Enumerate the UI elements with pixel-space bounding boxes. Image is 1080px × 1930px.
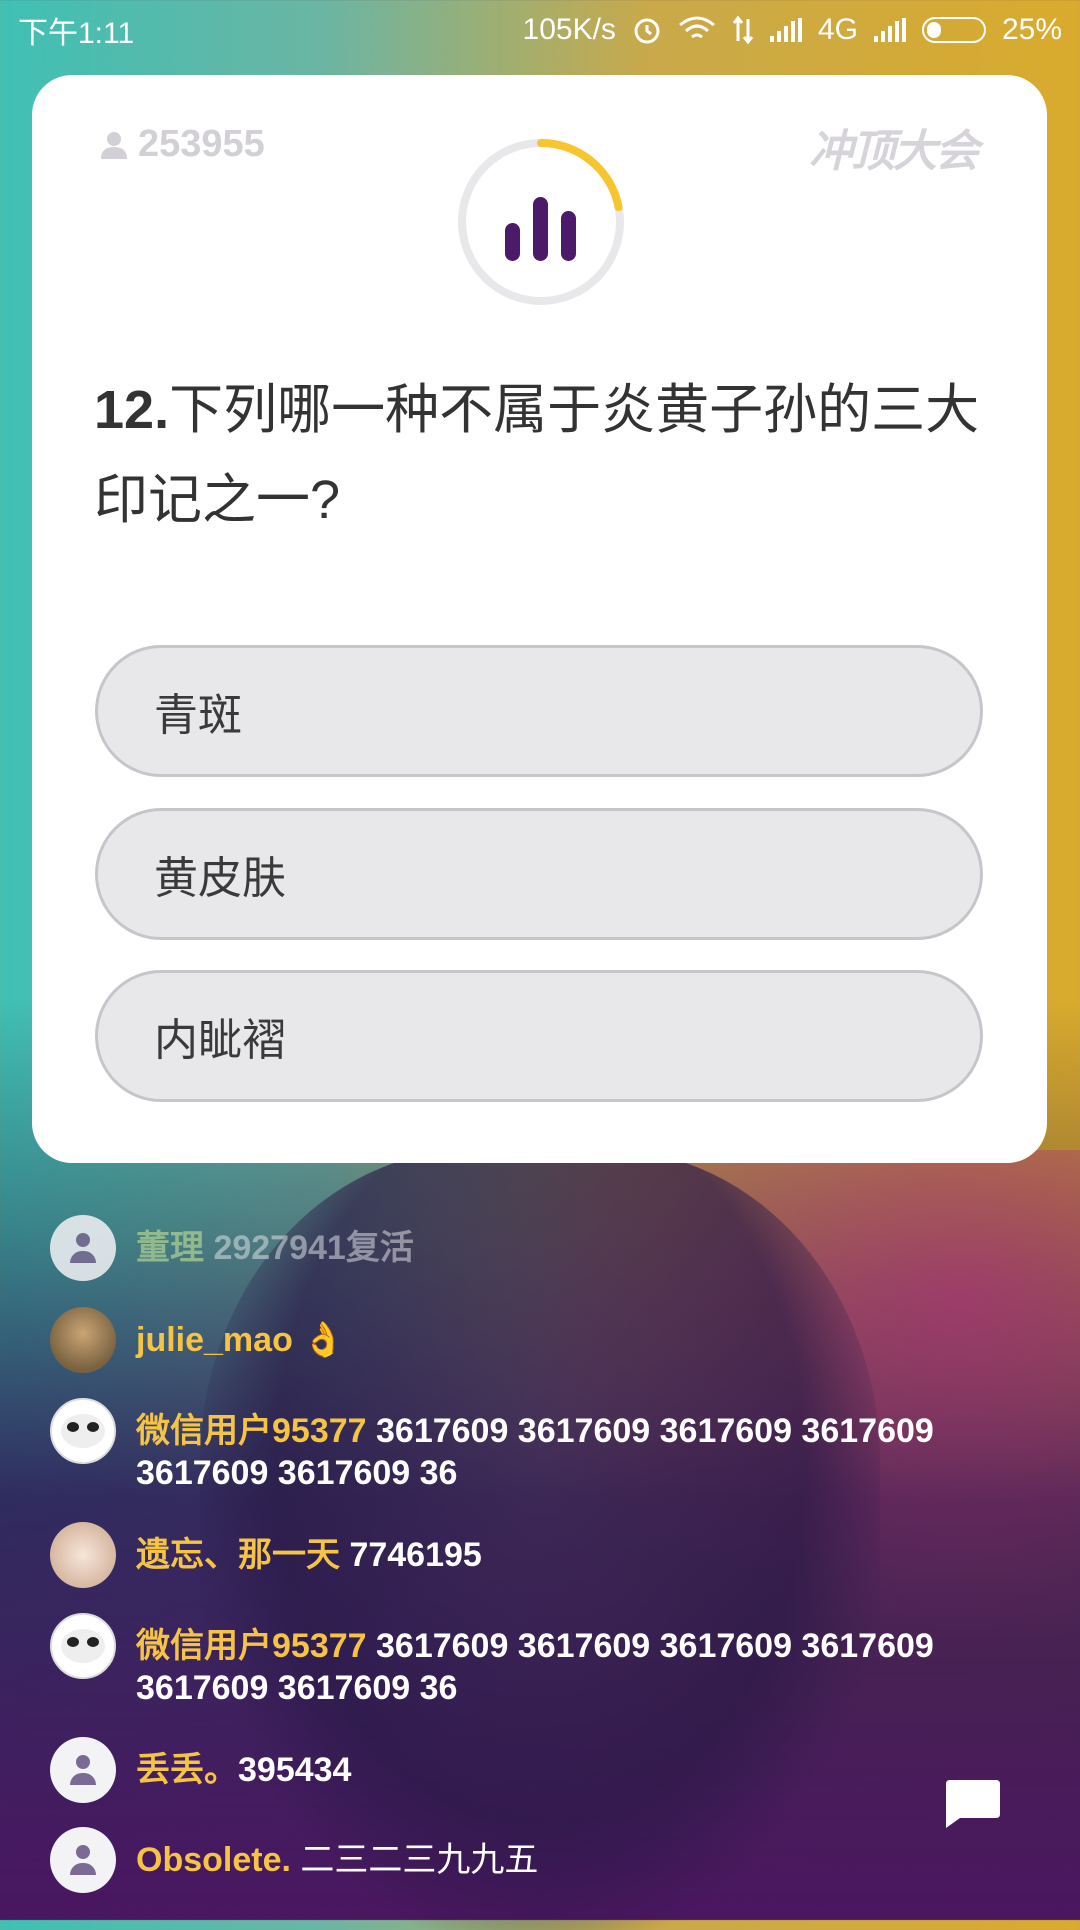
avatar[interactable] [50,1827,116,1893]
status-right: 105K/s 4G 25% [523,13,1062,47]
answer-option-label: 内眦褶 [154,1016,286,1065]
chat-message: 丢丢。395434 [50,1737,1030,1803]
question: 12.下列哪一种不属于炎黄子孙的三大印记之一? [94,365,994,545]
chat-username: 微信用户95377 [136,1627,367,1665]
chat-text: 2927941复活 [213,1229,414,1267]
alarm-icon [634,18,660,44]
signal-icon [873,18,906,42]
battery-icon [921,17,986,43]
chat-username: 微信用户95377 [136,1412,367,1450]
chat-username: 董理 [136,1229,204,1267]
answer-option-1[interactable]: 青斑 [95,645,983,777]
chat-bubble-icon[interactable] [940,1778,1002,1830]
chat-message: 遗忘、那一天 7746195 [50,1522,1030,1588]
countdown-timer [458,139,624,305]
chat-username: julie_mao [136,1321,293,1359]
status-time: 下午1:11 [18,17,135,50]
chat-text: 二三二三九九五 [300,1841,539,1879]
signal-icon [769,18,802,42]
chat-username: 丢丢。 [136,1751,238,1789]
avatar[interactable] [50,1522,116,1588]
viewer-count-value: 253955 [138,123,265,165]
chat-text: 395434 [238,1751,352,1789]
avatar[interactable] [50,1613,116,1679]
chat-message: Obsolete. 二三二三九九五 [50,1827,1030,1893]
answer-option-3[interactable]: 内眦褶 [95,970,983,1102]
chat-text: 👌 [302,1321,345,1359]
app-logo: 冲顶大会 [809,127,979,176]
chat-username: Obsolete. [136,1841,291,1879]
data-arrows-icon [732,15,754,45]
battery-percent: 25% [1001,13,1062,46]
chat-message: 微信用户95377 3617609 3617609 3617609 361760… [50,1613,1030,1709]
avatar[interactable] [50,1307,116,1373]
question-text: 下列哪一种不属于炎黄子孙的三大印记之一? [94,380,980,530]
answer-option-label: 黄皮肤 [154,854,286,903]
viewer-count: 253955 [100,123,265,166]
chat-username: 遗忘、那一天 [136,1536,340,1574]
network-type: 4G [817,13,858,46]
chat-text: 7746195 [349,1536,482,1574]
chat-message: 董理 2927941复活 [50,1215,1030,1281]
quiz-card: 253955 冲顶大会 12.下列哪一种不属于炎黄子孙的三大印记之一? 青斑 黄… [32,75,1047,1163]
chat-message: julie_mao 👌 [50,1307,1030,1373]
network-speed: 105K/s [522,13,616,46]
person-icon [101,131,127,159]
answer-option-2[interactable]: 黄皮肤 [95,808,983,940]
avatar[interactable] [50,1398,116,1464]
wifi-icon [678,16,715,39]
avatar[interactable] [50,1737,116,1803]
bar-chart-icon [505,197,576,261]
status-bar: 下午1:11 105K/s 4G 25% [0,0,1080,60]
question-number: 12. [94,380,170,440]
answer-option-label: 青斑 [154,691,242,740]
chat-message: 微信用户95377 3617609 3617609 3617609 361760… [50,1398,1030,1494]
avatar[interactable] [50,1215,116,1281]
